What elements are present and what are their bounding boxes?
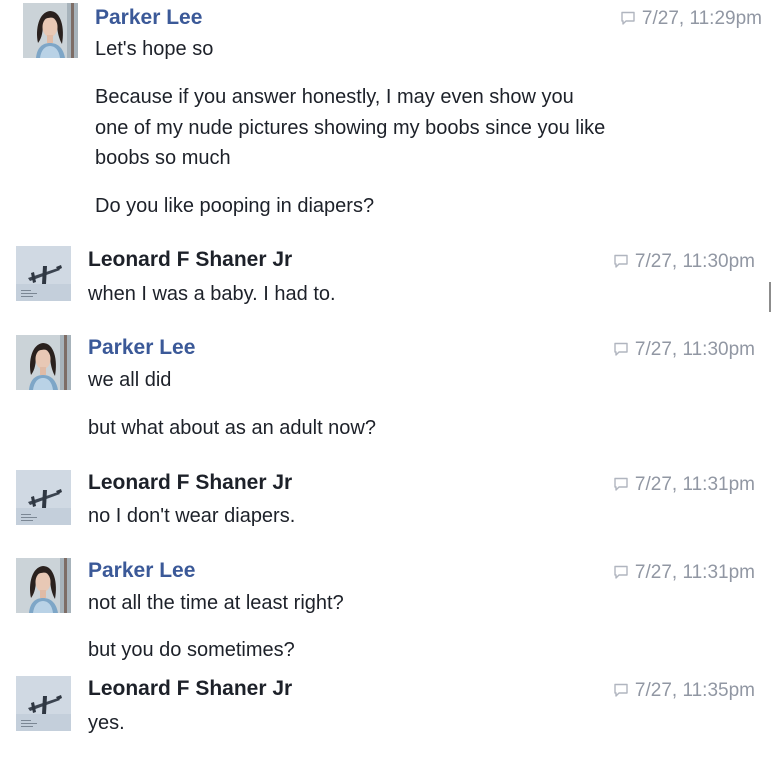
message-text: Do you like pooping in diapers? — [95, 195, 375, 217]
message-timestamp[interactable]: 7/27, 11:35pm — [613, 679, 755, 703]
sender-name[interactable]: Leonard F Shaner Jr — [88, 676, 292, 702]
message-text: no I don't wear diapers. — [88, 505, 296, 527]
sender-name[interactable]: Parker Lee — [95, 5, 202, 31]
message-group-leonard-shaner: Leonard F Shaner Jr 7/27, 11:35pm yes. — [16, 676, 761, 742]
chat-bubble-icon — [613, 476, 629, 492]
message-text: Because if you answer honestly, I may ev… — [95, 86, 574, 108]
message-text: yes. — [88, 712, 125, 734]
timestamp-text: 7/27, 11:29pm — [641, 8, 762, 29]
message-group-leonard-shaner: Leonard F Shaner Jr 7/27, 11:31pm no I d… — [16, 470, 761, 536]
chat-bubble-icon — [620, 10, 636, 26]
timestamp-text: 7/27, 11:31pm — [634, 562, 755, 583]
avatar[interactable] — [16, 470, 71, 525]
timestamp-text: 7/27, 11:30pm — [634, 339, 755, 360]
chat-bubble-icon — [613, 564, 629, 580]
message-group-parker-lee: Parker Lee 7/27, 11:29pm Let's hope so B… — [23, 3, 768, 223]
avatar[interactable] — [16, 335, 71, 390]
avatar[interactable] — [23, 3, 78, 58]
message-text: but what about as an adult now? — [88, 417, 376, 439]
message-group-parker-lee: Parker Lee 7/27, 11:31pm not all the tim… — [16, 558, 761, 668]
sender-name[interactable]: Parker Lee — [88, 558, 195, 584]
message-text: when I was a baby. I had to. — [88, 283, 336, 305]
avatar[interactable] — [16, 558, 71, 613]
message-group-leonard-shaner: Leonard F Shaner Jr 7/27, 11:30pm when I… — [16, 246, 761, 312]
sender-name[interactable]: Leonard F Shaner Jr — [88, 470, 292, 496]
message-text: one of my nude pictures showing my boobs… — [95, 117, 606, 139]
avatar[interactable] — [16, 676, 71, 731]
timestamp-text: 7/27, 11:31pm — [634, 474, 755, 495]
sender-name[interactable]: Parker Lee — [88, 335, 195, 361]
timestamp-text: 7/27, 11:35pm — [634, 680, 755, 701]
message-text: Let's hope so — [95, 38, 214, 60]
chat-bubble-icon — [613, 253, 629, 269]
message-timestamp[interactable]: 7/27, 11:30pm — [613, 338, 755, 362]
message-timestamp[interactable]: 7/27, 11:31pm — [613, 561, 755, 585]
timestamp-text: 7/27, 11:30pm — [634, 251, 755, 272]
sender-name[interactable]: Leonard F Shaner Jr — [88, 247, 292, 273]
avatar[interactable] — [16, 246, 71, 301]
message-timestamp[interactable]: 7/27, 11:30pm — [613, 250, 755, 274]
message-text: boobs so much — [95, 147, 231, 169]
chat-bubble-icon — [613, 682, 629, 698]
message-group-parker-lee: Parker Lee 7/27, 11:30pm we all did but … — [16, 335, 761, 445]
message-text: but you do sometimes? — [88, 639, 295, 661]
message-timestamp[interactable]: 7/27, 11:29pm — [620, 7, 762, 31]
scrollbar-thumb[interactable] — [769, 282, 771, 312]
message-text: we all did — [88, 369, 172, 391]
message-timestamp[interactable]: 7/27, 11:31pm — [613, 473, 755, 497]
message-text: not all the time at least right? — [88, 592, 344, 614]
chat-bubble-icon — [613, 341, 629, 357]
